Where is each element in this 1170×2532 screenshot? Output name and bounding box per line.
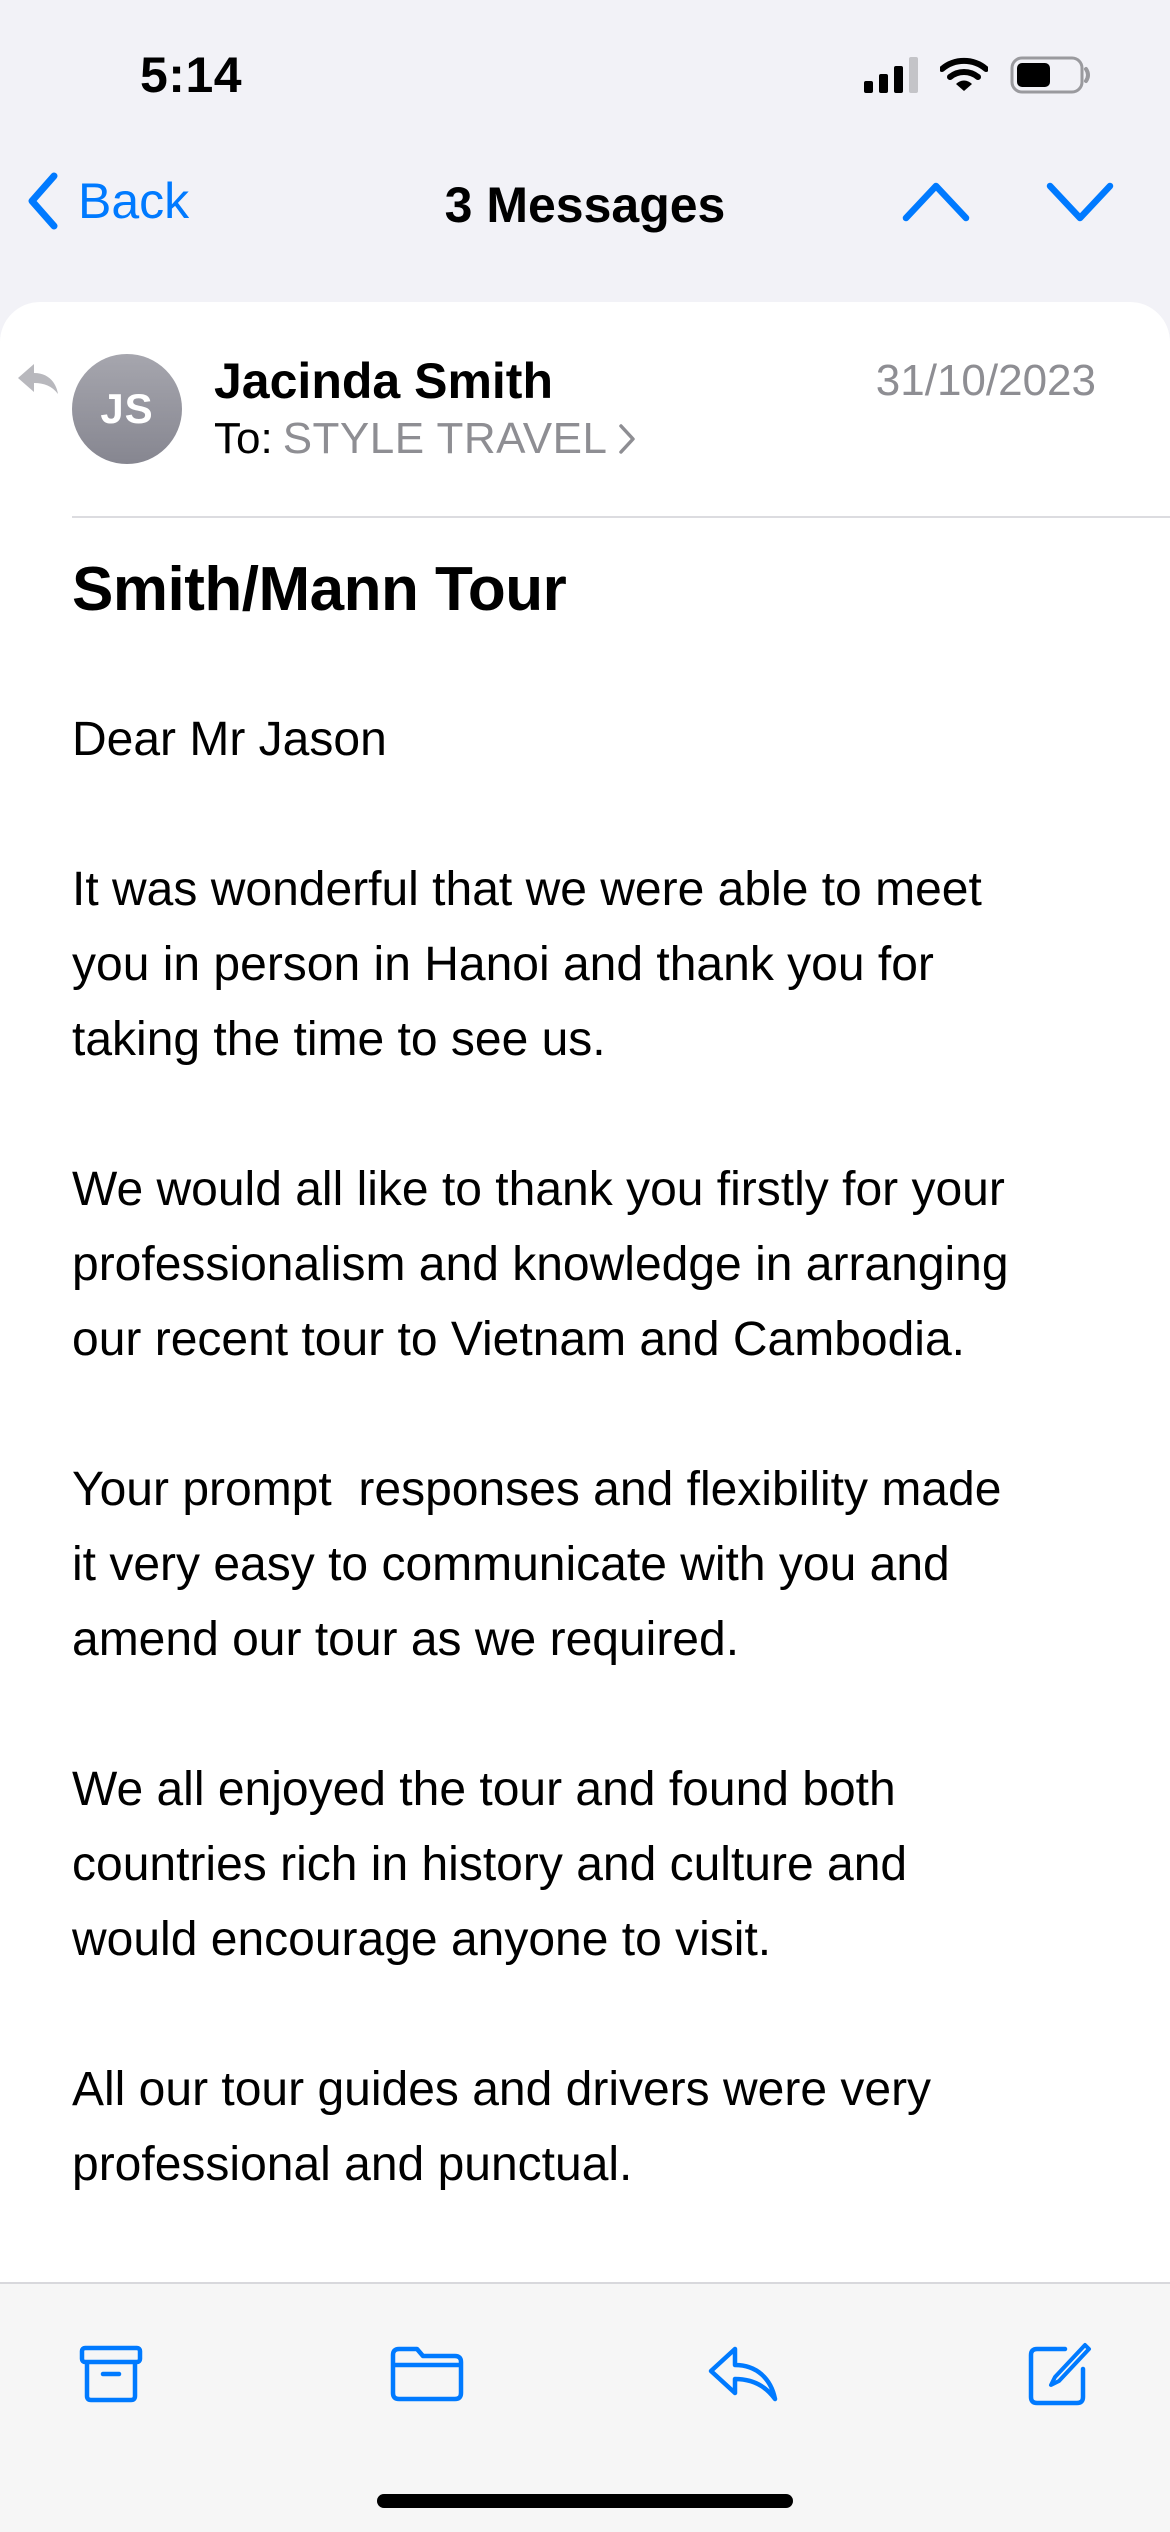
to-label: To: xyxy=(214,414,273,463)
message-card: JS Jacinda Smith 31/10/2023 To: STYLE TR… xyxy=(0,302,1170,2282)
reply-icon xyxy=(708,2346,778,2402)
replied-indicator-icon xyxy=(18,364,58,394)
reply-button[interactable] xyxy=(698,2334,788,2414)
mail-screen: 5:14 Back 3 Messages JS Jacinda Smith 31… xyxy=(0,0,1170,2532)
status-bar: 5:14 xyxy=(0,0,1170,150)
previous-message-button[interactable] xyxy=(902,180,970,227)
status-time: 5:14 xyxy=(140,47,243,103)
battery-icon xyxy=(1010,56,1090,94)
recipient-line[interactable]: To: STYLE TRAVEL xyxy=(214,414,637,464)
recipient-name[interactable]: STYLE TRAVEL xyxy=(283,414,608,464)
body-paragraph: Dear Mr Jason xyxy=(72,713,387,766)
body-paragraph: We all enjoyed the tour and found both c… xyxy=(72,1763,908,1966)
status-icons xyxy=(864,56,1092,94)
chevron-down-icon xyxy=(1046,182,1114,222)
cellular-signal-icon xyxy=(864,57,918,93)
chevron-up-icon xyxy=(902,182,970,222)
email-date: 31/10/2023 xyxy=(875,356,1096,405)
move-to-folder-button[interactable] xyxy=(382,2334,472,2414)
folder-icon xyxy=(390,2346,464,2402)
body-paragraph: It was wonderful that we were able to me… xyxy=(72,863,982,1066)
chevron-right-icon xyxy=(619,424,636,454)
email-body: Dear Mr Jason It was wonderful that we w… xyxy=(72,702,1112,2277)
body-paragraph: We would all like to thank you firstly f… xyxy=(72,1163,1009,1366)
body-paragraph: Your prompt responses and flexibility ma… xyxy=(72,1463,1002,1666)
wifi-icon xyxy=(940,57,988,91)
navigation-bar: Back 3 Messages xyxy=(0,150,1170,270)
header-divider xyxy=(72,516,1170,518)
archive-button[interactable] xyxy=(66,2334,156,2414)
avatar[interactable]: JS xyxy=(72,354,182,464)
email-subject: Smith/Mann Tour xyxy=(72,555,567,624)
body-paragraph: All our tour guides and drivers were ver… xyxy=(72,2063,932,2191)
sender-name[interactable]: Jacinda Smith xyxy=(214,352,553,410)
next-message-button[interactable] xyxy=(1046,180,1114,227)
home-indicator[interactable] xyxy=(377,2494,793,2508)
compose-button[interactable] xyxy=(1014,2334,1104,2414)
nav-title: 3 Messages xyxy=(444,177,726,233)
compose-icon xyxy=(1028,2343,1091,2406)
archive-icon xyxy=(79,2345,143,2403)
